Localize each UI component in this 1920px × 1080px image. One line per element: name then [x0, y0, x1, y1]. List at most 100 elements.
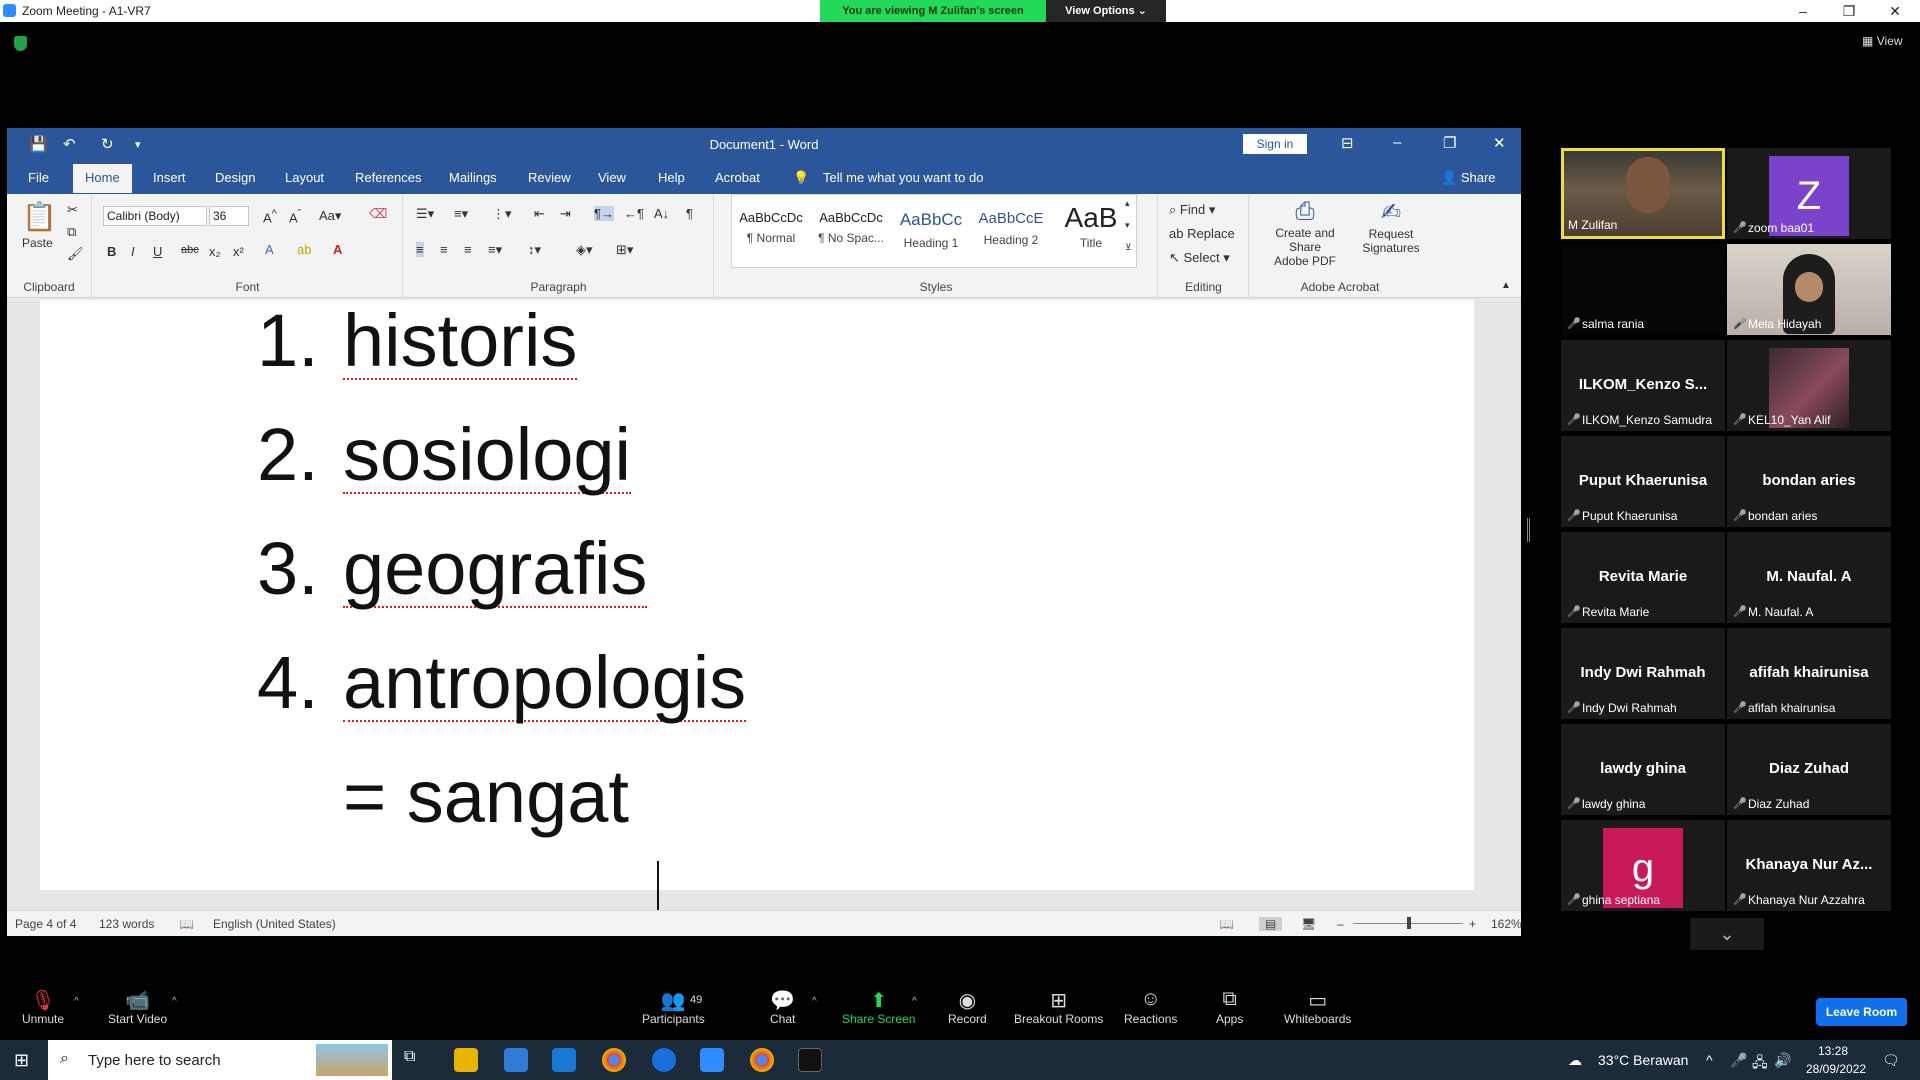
- notifications-icon[interactable]: 🗨: [1882, 1052, 1900, 1069]
- decrease-indent-icon[interactable]: ⇤: [534, 206, 545, 222]
- proofing-icon[interactable]: 📖: [179, 917, 194, 931]
- view-layout-button[interactable]: ▦ View: [1862, 34, 1902, 48]
- participant-tile[interactable]: lawdy ghina 🎤 lawdy ghina: [1561, 724, 1725, 815]
- leave-room-button[interactable]: Leave Room: [1816, 998, 1907, 1026]
- windows-start-icon[interactable]: ⊞: [14, 1050, 29, 1071]
- font-size-select[interactable]: 36: [209, 206, 249, 226]
- request-signatures-button[interactable]: ✍ Request Signatures: [1356, 198, 1426, 255]
- chat-button[interactable]: 💬 Chat: [770, 988, 795, 1026]
- cut-icon[interactable]: ✂: [67, 202, 78, 218]
- tab-mailings[interactable]: Mailings: [449, 170, 497, 185]
- tab-home[interactable]: Home: [73, 164, 132, 193]
- view-options-button[interactable]: View Options ⌄: [1046, 0, 1166, 22]
- tab-help[interactable]: Help: [658, 170, 685, 185]
- align-center-icon[interactable]: ≡: [440, 242, 448, 257]
- align-right-icon[interactable]: ≡: [464, 242, 472, 257]
- word-minimize-icon[interactable]: –: [1393, 134, 1401, 151]
- participant-tile[interactable]: 🎤 Mela Hidayah: [1727, 244, 1891, 335]
- tab-layout[interactable]: Layout: [285, 170, 324, 185]
- chrome-icon[interactable]: [750, 1048, 774, 1072]
- microphone-icon[interactable]: 🎤: [1730, 1052, 1747, 1069]
- clock-time[interactable]: 13:28: [1818, 1044, 1848, 1058]
- document-page[interactable]: [40, 300, 1474, 890]
- taskbar-search[interactable]: ⌕ Type here to search: [48, 1040, 392, 1080]
- mail-icon[interactable]: [552, 1048, 576, 1072]
- participant-tile[interactable]: 🎤 salma rania: [1561, 244, 1725, 335]
- style-heading-2[interactable]: AaBbCcE Heading 2: [973, 202, 1049, 264]
- tab-file[interactable]: File: [28, 170, 49, 185]
- participant-tile[interactable]: Diaz Zuhad 🎤 Diaz Zuhad: [1727, 724, 1891, 815]
- sign-in-button[interactable]: Sign in: [1243, 134, 1307, 154]
- zoom-slider-thumb[interactable]: [1407, 917, 1411, 929]
- file-explorer-icon[interactable]: [454, 1048, 478, 1072]
- chrome-icon[interactable]: [602, 1048, 626, 1072]
- volume-icon[interactable]: 🔊: [1774, 1052, 1791, 1069]
- apps-button[interactable]: ⧉ Apps: [1216, 988, 1243, 1026]
- share-screen-button[interactable]: ⬆ Share Screen: [842, 988, 915, 1026]
- tab-review[interactable]: Review: [528, 170, 571, 185]
- network-icon[interactable]: 🖧: [1752, 1052, 1768, 1076]
- zoom-in-icon[interactable]: +: [1469, 917, 1476, 931]
- font-color-icon[interactable]: A: [333, 242, 342, 257]
- rtl-icon[interactable]: ←¶: [624, 206, 644, 221]
- participant-tile[interactable]: Khanaya Nur Az... 🎤 Khanaya Nur Azzahra: [1727, 820, 1891, 911]
- tab-design[interactable]: Design: [215, 170, 255, 185]
- bullets-icon[interactable]: ☰▾: [416, 206, 434, 222]
- copy-icon[interactable]: ⧉: [67, 224, 76, 240]
- reactions-button[interactable]: ☺ Reactions: [1124, 988, 1177, 1026]
- line-spacing-icon[interactable]: ↕▾: [528, 242, 541, 258]
- increase-indent-icon[interactable]: ⇥: [560, 206, 571, 222]
- word-close-icon[interactable]: ✕: [1493, 134, 1506, 152]
- security-shield-icon[interactable]: [14, 36, 27, 51]
- change-case-icon[interactable]: Aa▾: [319, 208, 341, 224]
- zoom-level[interactable]: 162%: [1491, 917, 1521, 931]
- superscript-icon[interactable]: x²: [233, 244, 244, 259]
- task-view-icon[interactable]: ⧉: [404, 1048, 428, 1072]
- zoom-out-icon[interactable]: –: [1337, 917, 1344, 931]
- participant-tile[interactable]: ILKOM_Kenzo S... 🎤 ILKOM_Kenzo Samudra: [1561, 340, 1725, 431]
- clear-formatting-icon[interactable]: ⌫: [369, 206, 387, 222]
- unmute-button[interactable]: 🎙 Unmute: [22, 988, 64, 1026]
- participant-tile[interactable]: Puput Khaerunisa 🎤 Puput Khaerunisa: [1561, 436, 1725, 527]
- participant-tile[interactable]: Z 🎤 zoom baa01: [1727, 148, 1891, 239]
- start-video-button[interactable]: 📹 Start Video: [108, 988, 167, 1026]
- zoom-taskbar-icon[interactable]: [700, 1048, 724, 1072]
- participant-tile[interactable]: M Zulifan: [1561, 148, 1725, 239]
- show-marks-icon[interactable]: ¶: [686, 206, 693, 221]
- close-icon[interactable]: ✕: [1872, 0, 1918, 22]
- numbering-icon[interactable]: ≡▾: [454, 206, 468, 222]
- weather-text[interactable]: 33°C Berawan: [1598, 1052, 1688, 1068]
- paste-icon[interactable]: 📋: [22, 200, 57, 233]
- style-no-spacing[interactable]: AaBbCcDc ¶ No Spac...: [813, 202, 889, 264]
- tab-acrobat[interactable]: Acrobat: [715, 170, 760, 185]
- minimize-icon[interactable]: –: [1780, 0, 1826, 22]
- style-title[interactable]: AaB Title: [1053, 202, 1129, 264]
- justify-icon[interactable]: ≡▾: [488, 242, 502, 258]
- style-heading-1[interactable]: AaBbCc Heading 1: [893, 202, 969, 264]
- next-page-button[interactable]: ⌄: [1690, 918, 1764, 950]
- tab-insert[interactable]: Insert: [153, 170, 186, 185]
- styles-scroll-up-icon[interactable]: ▴: [1125, 198, 1130, 209]
- weather-icon[interactable]: ☁: [1568, 1052, 1582, 1069]
- word-count[interactable]: 123 words: [99, 917, 154, 931]
- ribbon-display-icon[interactable]: ⊟: [1341, 134, 1354, 152]
- audio-options-caret-icon[interactable]: ^: [74, 996, 79, 1007]
- web-layout-icon[interactable]: 🖥: [1301, 917, 1316, 931]
- tab-view[interactable]: View: [598, 170, 626, 185]
- text-effects-icon[interactable]: A: [265, 242, 274, 257]
- participant-tile[interactable]: 🎤 KEL10_Yan Alif: [1727, 340, 1891, 431]
- font-name-select[interactable]: Calibri (Body): [103, 206, 207, 226]
- video-options-caret-icon[interactable]: ^: [172, 996, 177, 1007]
- participant-tile[interactable]: bondan aries 🎤 bondan aries: [1727, 436, 1891, 527]
- page-count[interactable]: Page 4 of 4: [15, 917, 76, 931]
- collapse-ribbon-icon[interactable]: ▲: [1501, 280, 1511, 291]
- clock-date[interactable]: 28/09/2022: [1806, 1062, 1866, 1076]
- restore-icon[interactable]: ❐: [1826, 0, 1872, 22]
- grow-font-icon[interactable]: A^: [263, 208, 277, 225]
- subscript-icon[interactable]: x₂: [209, 244, 221, 259]
- share-button[interactable]: 👤 Share: [1441, 170, 1496, 186]
- format-painter-icon[interactable]: 🖌: [67, 246, 84, 262]
- language[interactable]: English (United States): [213, 917, 336, 931]
- shrink-font-icon[interactable]: Aˇ: [289, 208, 301, 225]
- participant-tile[interactable]: afifah khairunisa 🎤 afifah khairunisa: [1727, 628, 1891, 719]
